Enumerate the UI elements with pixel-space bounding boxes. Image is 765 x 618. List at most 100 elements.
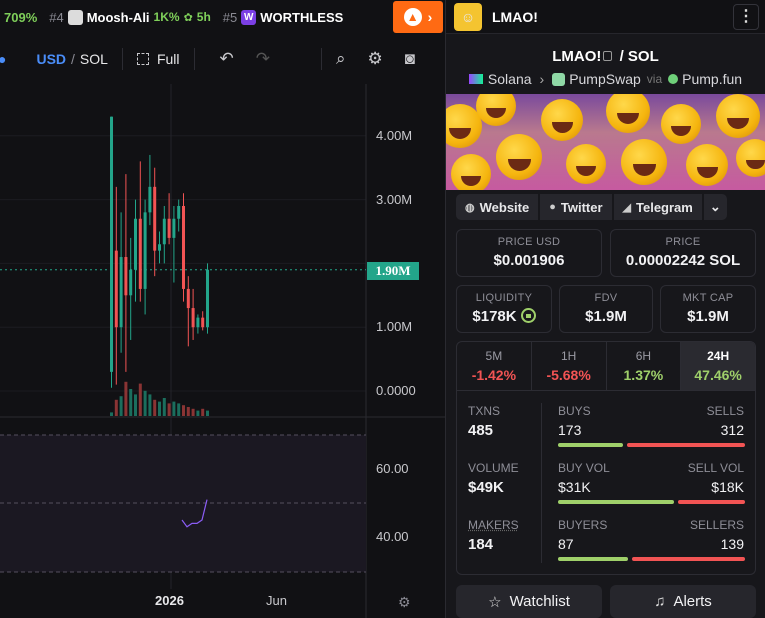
liquidity-card: LIQUIDITY $178K	[456, 285, 552, 333]
x-axis-label: Jun	[266, 593, 287, 608]
pair-base: LMAO!	[552, 48, 602, 65]
gear-icon[interactable]: ⚙	[368, 49, 383, 69]
buy-vol-value: $31K	[558, 479, 591, 495]
lock-icon[interactable]	[520, 308, 536, 323]
buyers-value: 87	[558, 536, 574, 552]
alerts-button[interactable]: ♫ Alerts	[610, 585, 756, 618]
laughing-emoji	[541, 99, 583, 141]
tab-1h[interactable]: 1H -5.68%	[532, 342, 607, 390]
candle-body	[124, 257, 128, 296]
market-cap-card: MKT CAP $1.9M	[660, 285, 756, 333]
pair-separator: /	[619, 48, 628, 65]
ticker-rank: #5	[222, 9, 238, 25]
ticker-symbol: WORTHLESS	[260, 9, 344, 25]
website-button[interactable]: ◍ Website	[456, 194, 539, 220]
laughing-emoji	[606, 94, 650, 133]
volume-value: $49K	[468, 479, 504, 496]
tab-label: 5M	[485, 349, 503, 363]
quick-search-icon[interactable]: ⌕	[336, 49, 346, 69]
volume-bar	[114, 399, 118, 416]
ticker-age: 5h	[196, 10, 211, 24]
sellers-label: SELLERS	[689, 518, 744, 532]
pair-title: LMAO! / SOL	[446, 48, 765, 65]
volume-bar	[119, 396, 123, 416]
volume-label: VOLUME	[468, 461, 519, 475]
volume-bar	[172, 401, 176, 416]
volume-bar	[143, 390, 147, 416]
candle-body	[167, 218, 171, 238]
candle-body	[143, 212, 147, 289]
twitter-button[interactable]: ● Twitter	[540, 194, 612, 220]
interval-icon[interactable]: ●	[0, 51, 6, 67]
candle-body	[201, 317, 205, 328]
liquidity-value: $178K	[472, 308, 517, 325]
makers-value: 184	[468, 536, 494, 553]
socials-expand-button[interactable]: ⌄	[703, 194, 727, 220]
fdv-card: FDV $1.9M	[559, 285, 653, 333]
timeframe-tabs: 5M -1.42% 1H -5.68% 6H 1.37% 24H 47.46%	[456, 341, 756, 391]
volume-bar	[138, 383, 142, 416]
tab-label: 6H	[635, 349, 652, 363]
watchlist-button[interactable]: ☆ Watchlist	[456, 585, 602, 618]
price-sol-value: 0.00002242 SOL	[625, 252, 741, 269]
more-menu-icon[interactable]: ⋮	[733, 4, 759, 30]
currency-separator: /	[71, 51, 75, 67]
fdv-label: FDV	[594, 292, 618, 304]
sells-bar	[627, 443, 745, 447]
social-links: ◍ Website ● Twitter ◢ Telegram ⌄	[456, 194, 729, 220]
tab-5m[interactable]: 5M -1.42%	[457, 342, 532, 390]
chain-link[interactable]: Solana	[488, 71, 532, 87]
laughing-emoji	[716, 94, 760, 138]
pumpswap-icon	[552, 72, 566, 86]
tab-24h[interactable]: 24H 47.46%	[681, 342, 755, 390]
price-change: 47.46%	[694, 367, 742, 383]
launchpad-link[interactable]: Pump.fun	[682, 71, 742, 87]
buy-vol-bar	[558, 500, 674, 504]
ticker-symbol: Moosh-Ali	[86, 9, 150, 25]
dex-link[interactable]: PumpSwap	[569, 71, 641, 87]
buyers-bar	[558, 557, 628, 561]
laughing-emoji	[476, 94, 516, 126]
trending-button[interactable]: ▲ ›	[393, 1, 443, 33]
current-price-tag: 1.90M	[367, 262, 419, 280]
price-change: 1.37%	[623, 367, 664, 383]
buys-value: 173	[558, 422, 582, 438]
volume-bar	[129, 389, 133, 416]
ticker-item[interactable]: #4 Moosh-Ali 1K% ✿ 5h	[49, 9, 211, 25]
copy-icon[interactable]	[603, 51, 613, 61]
volume-bar	[191, 408, 195, 416]
currency-usd-toggle[interactable]: USD	[36, 51, 66, 67]
trade-stats: TXNS 485 VOLUME $49K MAKERS 184 BUYS SEL…	[456, 391, 756, 575]
token-banner	[446, 94, 765, 190]
website-label: Website	[479, 199, 530, 215]
volume-bar	[196, 410, 200, 416]
candle-body	[196, 317, 200, 328]
candle-body	[114, 250, 118, 328]
tab-6h[interactable]: 6H 1.37%	[607, 342, 682, 390]
candle-body	[182, 205, 185, 289]
laughing-emoji	[661, 104, 701, 144]
twitter-label: Twitter	[560, 199, 603, 215]
volume-bar	[162, 398, 166, 416]
volume-bar	[134, 394, 137, 416]
ticker-item[interactable]: #5 W WORTHLESS	[222, 9, 344, 25]
redo-icon[interactable]: ↷	[256, 49, 270, 69]
camera-icon[interactable]: ◙	[405, 49, 415, 69]
tab-label: 24H	[707, 349, 730, 363]
undo-icon[interactable]: ↶	[220, 49, 234, 69]
price-usd-value: $0.001906	[493, 252, 565, 269]
laughing-emoji	[736, 139, 765, 177]
solana-icon	[468, 74, 483, 84]
chart-settings-icon[interactable]: ⚙	[398, 594, 411, 611]
sellers-bar	[632, 557, 745, 561]
candle-body	[134, 218, 137, 270]
volume-bar	[124, 381, 128, 416]
candle-body	[186, 288, 190, 309]
sell-vol-value: $18K	[711, 479, 744, 495]
currency-sol-toggle[interactable]: SOL	[80, 51, 108, 67]
ticker-item[interactable]: 709%	[4, 10, 37, 25]
fullscreen-button[interactable]: Full	[136, 51, 180, 67]
telegram-button[interactable]: ◢ Telegram	[613, 194, 702, 220]
token-logo: ☺	[454, 2, 482, 31]
volume-bar	[153, 399, 157, 416]
